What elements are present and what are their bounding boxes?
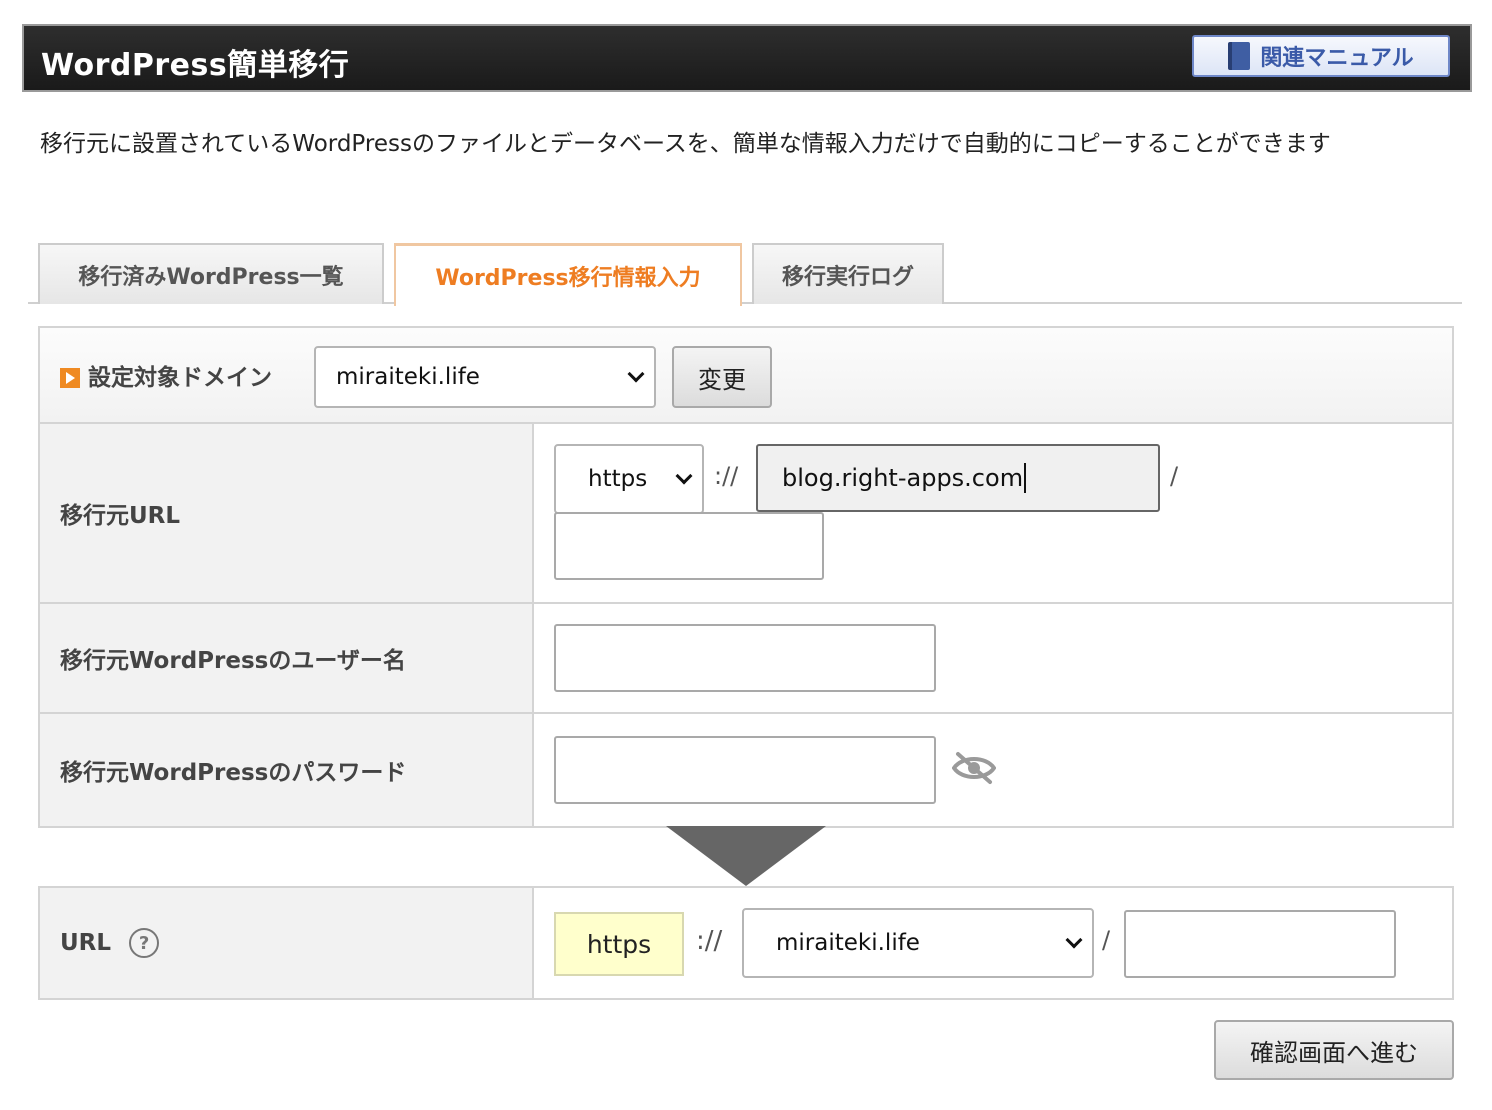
intro-text: 移行元に設置されているWordPressのファイルとデータベースを、簡単な情報入…	[40, 131, 1331, 157]
source-host-input[interactable]: blog.right-apps.com	[756, 444, 1160, 512]
source-password-row: 移行元WordPressのパスワード	[40, 714, 1452, 826]
target-domain-value: miraiteki.life	[776, 930, 920, 956]
target-protocol-separator: ://	[696, 926, 723, 956]
target-path-separator: /	[1102, 926, 1111, 954]
path-separator: /	[1170, 462, 1179, 490]
play-icon	[60, 368, 80, 388]
related-manual-button[interactable]: 関連マニュアル	[1192, 35, 1450, 77]
tab-migration-input[interactable]: WordPress移行情報入力	[394, 243, 742, 306]
chevron-down-icon	[675, 467, 693, 485]
source-protocol-select[interactable]: https	[554, 444, 704, 514]
source-password-input[interactable]	[554, 736, 936, 804]
domain-row: 設定対象ドメイン miraiteki.life 変更	[40, 328, 1452, 424]
page-title: WordPress簡単移行	[41, 48, 350, 83]
domain-label-text: 設定対象ドメイン	[88, 365, 272, 391]
tab-migrated-list[interactable]: 移行済みWordPress一覧	[38, 243, 384, 304]
target-form: URL ? https :// miraiteki.life /	[38, 886, 1454, 1000]
source-protocol-value: https	[588, 466, 648, 492]
book-icon	[1228, 42, 1251, 70]
target-domain-select[interactable]: miraiteki.life	[742, 908, 1094, 978]
source-url-row: 移行元URL https :// blog.right-apps.com /	[40, 424, 1452, 604]
target-protocol-badge: https	[554, 912, 684, 976]
source-host-value: blog.right-apps.com	[782, 464, 1024, 492]
tab-bar: 移行済みWordPress一覧 WordPress移行情報入力 移行実行ログ	[28, 243, 1462, 306]
target-path-input[interactable]	[1124, 910, 1396, 978]
source-url-label: 移行元URL	[40, 424, 534, 602]
chevron-down-icon	[1065, 931, 1083, 949]
source-password-label: 移行元WordPressのパスワード	[40, 714, 534, 826]
domain-select-value: miraiteki.life	[336, 364, 480, 390]
source-path-input[interactable]	[554, 512, 824, 580]
source-user-row: 移行元WordPressのユーザー名	[40, 604, 1452, 714]
confirm-button[interactable]: 確認画面へ進む	[1214, 1020, 1454, 1080]
migration-form: 設定対象ドメイン miraiteki.life 変更 移行元URL https …	[38, 326, 1454, 828]
domain-label: 設定対象ドメイン	[60, 358, 272, 392]
source-username-input[interactable]	[554, 624, 936, 692]
help-icon[interactable]: ?	[129, 928, 160, 958]
target-url-row: URL ? https :// miraiteki.life /	[40, 888, 1452, 998]
related-manual-label: 関連マニュアル	[1260, 46, 1414, 71]
eye-slash-icon[interactable]	[952, 750, 996, 786]
page-header: WordPress簡単移行 関連マニュアル	[22, 24, 1472, 92]
target-url-label: URL ?	[40, 888, 534, 998]
text-caret	[1024, 463, 1027, 493]
source-user-label: 移行元WordPressのユーザー名	[40, 604, 534, 712]
change-domain-button[interactable]: 変更	[672, 346, 772, 408]
domain-select[interactable]: miraiteki.life	[314, 346, 656, 408]
tab-migration-log[interactable]: 移行実行ログ	[752, 243, 944, 304]
protocol-separator: ://	[714, 462, 739, 490]
target-url-label-text: URL	[60, 930, 112, 956]
arrow-down-icon	[666, 826, 826, 886]
chevron-down-icon	[627, 365, 645, 383]
